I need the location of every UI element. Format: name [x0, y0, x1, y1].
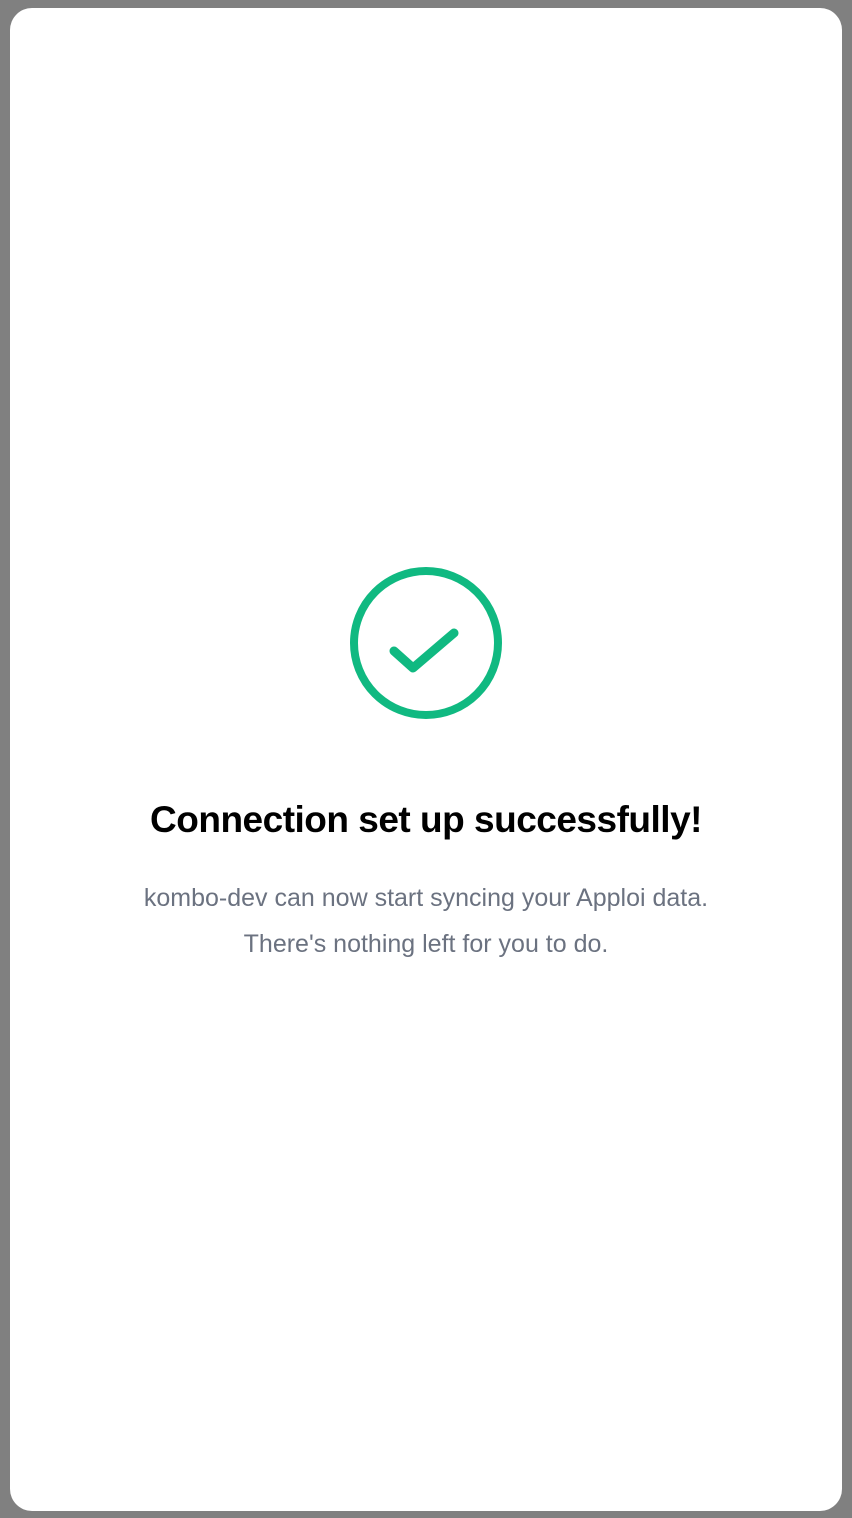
success-description-line-1: kombo-dev can now start syncing your App…: [143, 884, 709, 912]
success-description-line-2: There's nothing left for you to do.: [243, 930, 609, 958]
success-description: kombo-dev can now start syncing your App…: [70, 875, 782, 967]
check-circle-icon: [348, 565, 504, 721]
success-title: Connection set up successfully!: [150, 799, 702, 840]
success-dialog: Connection set up successfully! kombo-de…: [10, 8, 842, 1511]
